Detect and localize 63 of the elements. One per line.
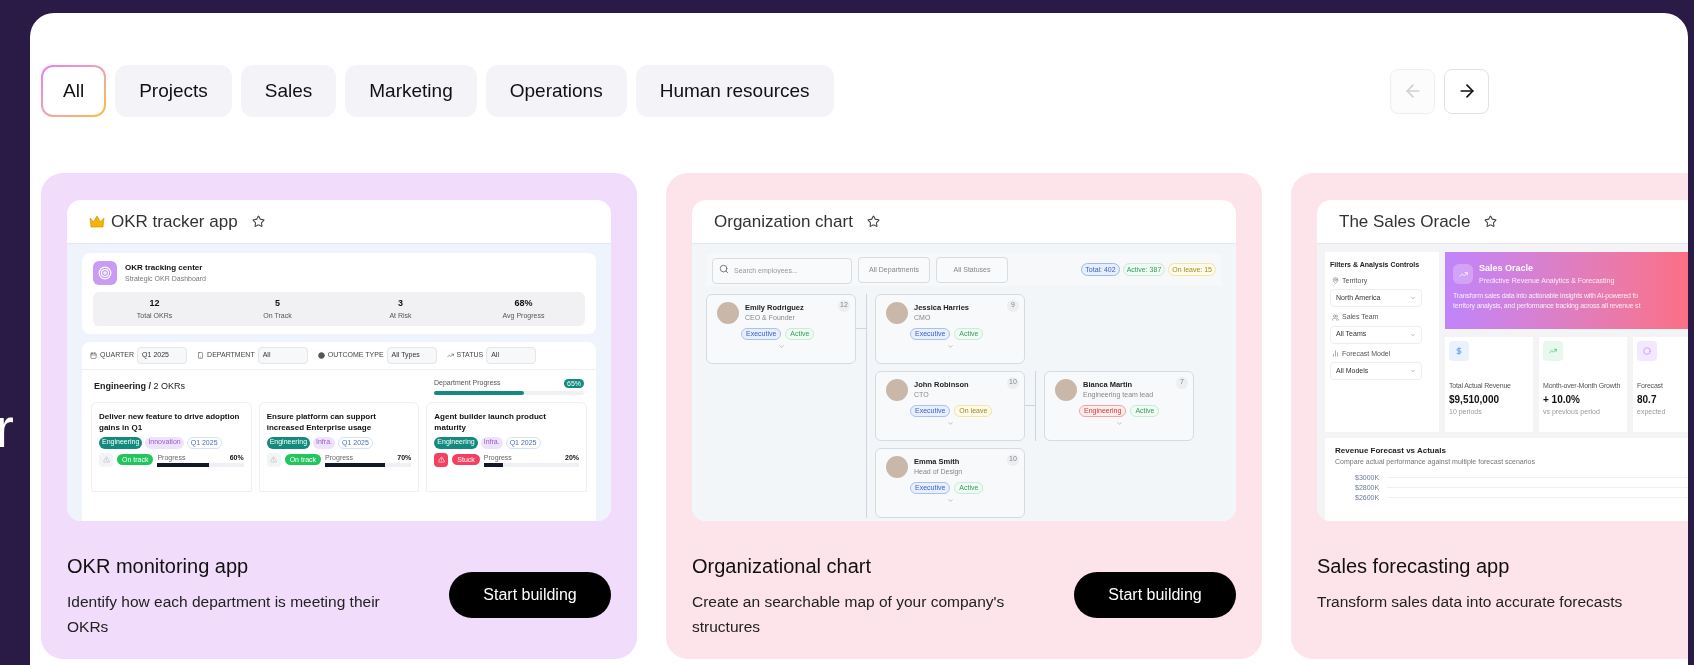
card-description: Identify how each department is meeting their OKRs <box>67 592 381 637</box>
hero-title: Sales Oracle <box>1479 262 1535 275</box>
stat-value: 3 <box>398 297 403 310</box>
okr-title: Agent builder launch product maturity <box>434 410 547 433</box>
metric-value: 80.7 <box>1637 392 1658 407</box>
chevron-down-icon <box>777 342 785 350</box>
target-icon <box>93 261 117 285</box>
filter-tab[interactable]: Sales <box>240 65 337 117</box>
card-title: Sales forecasting app <box>1317 554 1511 579</box>
star-icon[interactable] <box>251 215 265 228</box>
chart-title: Revenue Forecast vs Actuals <box>1335 445 1447 457</box>
chevron-down-icon <box>946 419 954 427</box>
avatar <box>886 455 908 478</box>
avatar <box>1055 378 1077 401</box>
avatar <box>886 301 908 324</box>
warning-icon <box>434 452 449 467</box>
filter-tab[interactable]: Operations <box>485 65 627 117</box>
chevron-down-icon <box>946 496 954 504</box>
circle-icon <box>317 352 325 359</box>
chevron-down-icon <box>1115 419 1123 427</box>
chevron-down-icon <box>1410 331 1416 338</box>
filter-tab[interactable]: Projects <box>115 65 232 117</box>
star-icon[interactable] <box>866 215 880 228</box>
stat-value: 5 <box>275 297 280 310</box>
dollar-icon <box>1449 341 1469 361</box>
stat-value: 68% <box>514 297 533 310</box>
chevron-down-icon <box>946 342 954 350</box>
group-heading: Engineering / 2 OKRs <box>94 379 186 393</box>
avatar <box>886 378 908 401</box>
metric-value: $9,510,000 <box>1449 392 1501 407</box>
chevron-down-icon <box>1410 368 1416 374</box>
filter-tab[interactable]: Marketing <box>345 65 477 117</box>
device-icon <box>197 352 205 359</box>
card-description: Transform sales data into accurate forecasts <box>1317 592 1623 612</box>
chevron-down-icon <box>1410 295 1416 301</box>
avatar <box>717 301 739 324</box>
dashboard-title: OKR tracking center <box>125 261 204 274</box>
trend-icon <box>446 352 454 359</box>
card-title: Organizational chart <box>692 554 872 579</box>
star-icon[interactable] <box>1484 215 1498 228</box>
trend-up-icon <box>1543 341 1563 361</box>
okr-title: Deliver new feature to drive adoption gains in Q1 <box>99 410 241 433</box>
okr-title: Ensure platform can support increased Enterprise usage <box>266 410 377 433</box>
next-button[interactable] <box>1444 68 1489 114</box>
preview-title: Organization chart <box>714 210 853 233</box>
stat-value: 12 <box>149 297 160 310</box>
card-title: OKR monitoring app <box>67 554 250 579</box>
bar-chart-icon <box>1332 350 1339 358</box>
preview-title: OKR tracker app <box>111 210 238 233</box>
crown-icon <box>89 215 105 228</box>
warning-icon <box>266 452 281 467</box>
calendar-icon <box>90 352 97 359</box>
start-building-button[interactable]: Start building <box>449 572 611 618</box>
people-icon <box>1332 313 1339 321</box>
preview-title: The Sales Oracle <box>1339 210 1471 233</box>
warning-icon <box>99 452 113 467</box>
filter-tab[interactable]: Human resources <box>635 65 834 117</box>
card-description: Create an searchable map of your company's structures <box>692 592 1006 637</box>
metric-value: + 10.0% <box>1543 392 1581 407</box>
pin-icon <box>1332 277 1339 285</box>
trend-up-icon <box>1453 264 1473 284</box>
filter-tab[interactable]: All <box>41 65 107 117</box>
start-building-button[interactable]: Start building <box>1074 572 1236 618</box>
